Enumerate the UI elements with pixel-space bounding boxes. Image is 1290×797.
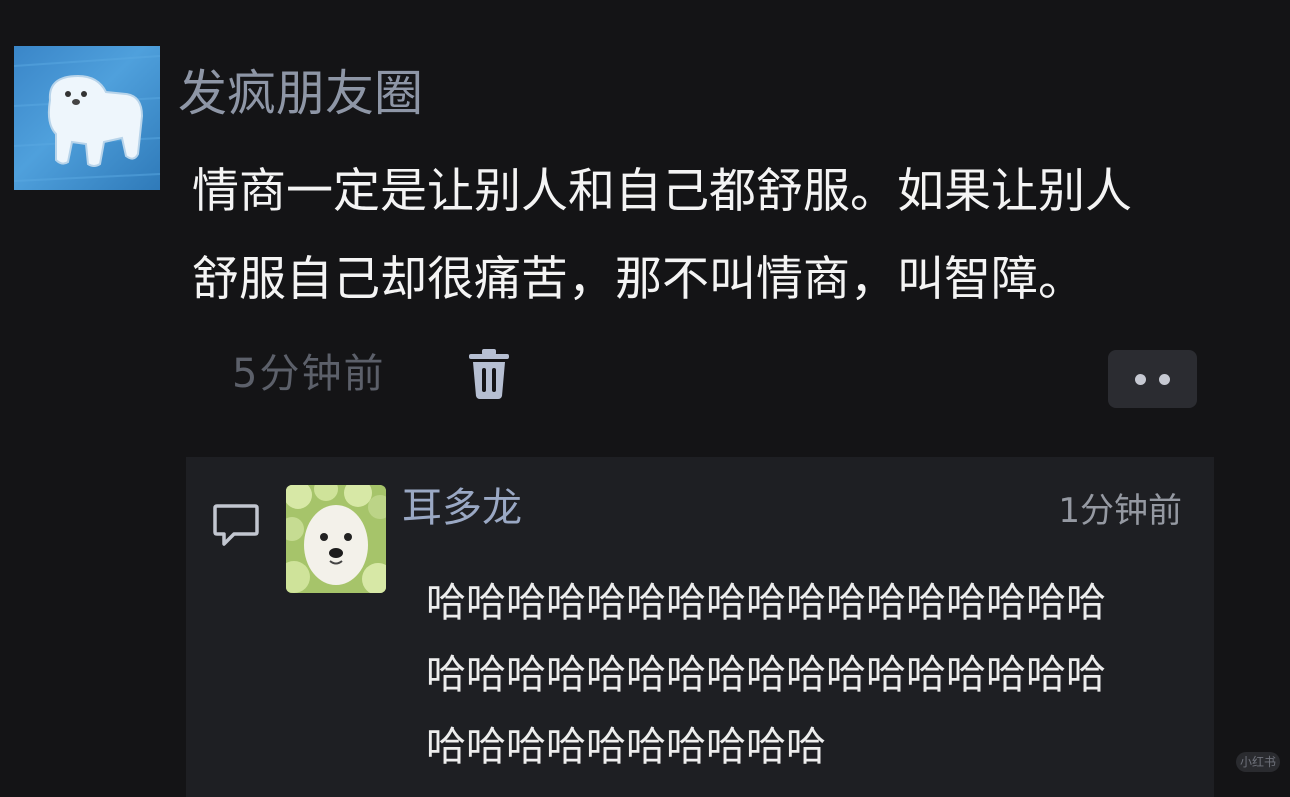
commenter-name[interactable]: 耳多龙	[402, 482, 522, 534]
comment-icon	[212, 500, 260, 550]
comment-content-line: 哈哈哈哈哈哈哈哈哈哈哈哈哈哈哈哈哈	[426, 652, 1106, 698]
dog-photo	[286, 485, 386, 593]
comment-content: 哈哈哈哈哈哈哈哈哈哈哈哈哈哈哈哈哈 哈哈哈哈哈哈哈哈哈哈哈哈哈哈哈哈哈 哈哈哈哈…	[426, 567, 1186, 783]
polar-bear-illustration	[14, 55, 160, 182]
watermark-badge: 小红书	[1236, 752, 1280, 772]
post-content: 情商一定是让别人和自己都舒服。如果让别人 舒服自己却很痛苦，那不叫情商，叫智障。	[192, 148, 1262, 324]
more-dot	[1135, 374, 1146, 385]
comment-timestamp: 1分钟前	[1058, 491, 1182, 531]
post-timestamp: 5分钟前	[232, 351, 386, 397]
poster-avatar[interactable]	[14, 46, 160, 190]
commenter-avatar[interactable]	[286, 485, 386, 593]
post-content-line: 舒服自己却很痛苦，那不叫情商，叫智障。	[192, 252, 1085, 307]
more-dot	[1159, 374, 1170, 385]
more-dots-icon[interactable]	[1108, 350, 1197, 408]
post-content-line: 情商一定是让别人和自己都舒服。如果让别人	[192, 164, 1132, 219]
comment-content-line: 哈哈哈哈哈哈哈哈哈哈哈哈哈哈哈哈哈	[426, 580, 1106, 626]
poster-name[interactable]: 发疯朋友圈	[178, 62, 423, 126]
comment-content-line: 哈哈哈哈哈哈哈哈哈哈	[426, 724, 826, 770]
trash-icon[interactable]	[466, 348, 512, 400]
